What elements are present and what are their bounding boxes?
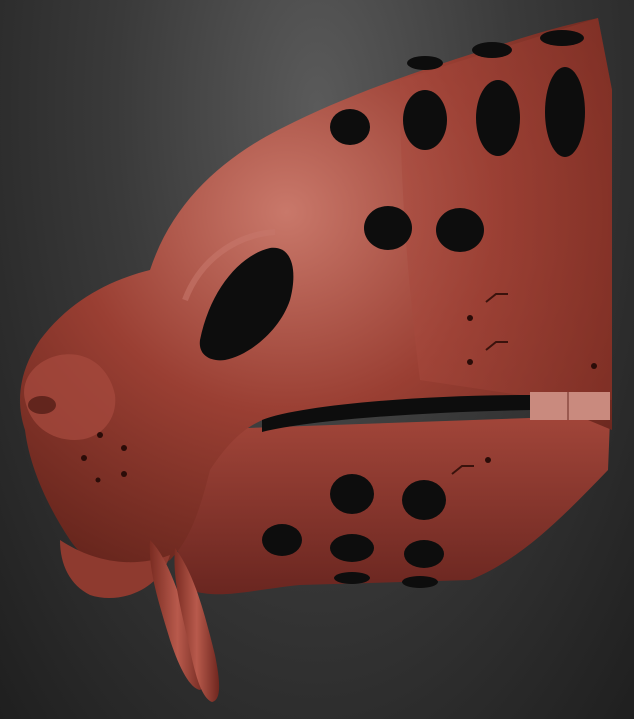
vent-hole (540, 30, 584, 46)
rivet (485, 457, 491, 463)
vent-hole (330, 474, 374, 514)
vent-hole (330, 109, 370, 145)
vent-hole (402, 480, 446, 520)
mask-render (20, 18, 612, 702)
rivet (467, 359, 473, 365)
vent-hole (402, 576, 438, 588)
vent-hole (472, 42, 512, 58)
whisker-dot (97, 432, 103, 438)
viewport (0, 0, 634, 719)
whisker-dot (121, 445, 127, 451)
hinge-plate (530, 392, 610, 420)
vent-hole (476, 80, 520, 156)
vent-hole (262, 524, 302, 556)
vent-hole (407, 56, 443, 70)
vent-hole (330, 534, 374, 562)
rivet (591, 363, 597, 369)
whisker-dot (121, 471, 127, 477)
vent-hole (334, 572, 370, 584)
nostril (28, 396, 56, 414)
vent-hole (436, 208, 484, 252)
vent-hole (403, 90, 447, 150)
vent-hole (364, 206, 412, 250)
vent-hole (545, 67, 585, 157)
whisker-dot (95, 477, 101, 483)
lower-jaw (176, 418, 610, 595)
vent-hole (404, 540, 444, 568)
whisker-dot (81, 455, 87, 461)
rivet (467, 315, 473, 321)
